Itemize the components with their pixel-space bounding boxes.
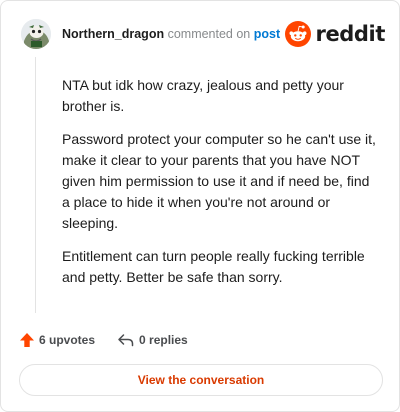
upvote-arrow-icon bbox=[20, 333, 34, 347]
upvote-count: 6 upvotes bbox=[39, 333, 96, 347]
avatar-icon bbox=[21, 19, 51, 49]
reddit-logo[interactable]: reddit bbox=[285, 21, 385, 47]
replies-button[interactable]: 0 replies bbox=[117, 332, 188, 348]
commented-on-text: commented on bbox=[167, 27, 251, 41]
thread-line bbox=[35, 57, 36, 313]
post-link[interactable]: post bbox=[254, 27, 280, 41]
reply-count: 0 replies bbox=[139, 333, 188, 347]
comment-meta: Northern_dragon commented on post bbox=[62, 27, 280, 41]
upvote-button[interactable]: 6 upvotes bbox=[19, 332, 95, 348]
comment-card: Northern_dragon commented on post reddit… bbox=[0, 0, 400, 412]
view-conversation-button[interactable]: View the conversation bbox=[19, 364, 383, 396]
comment-paragraph: Entitlement can turn people really fucki… bbox=[62, 248, 365, 285]
username[interactable]: Northern_dragon bbox=[62, 27, 164, 41]
reddit-wordmark: reddit bbox=[315, 22, 385, 46]
comment-paragraph: NTA but idk how crazy, jealous and petty… bbox=[62, 77, 344, 114]
comment-paragraph: Password protect your computer so he can… bbox=[62, 131, 376, 231]
comment-header: Northern_dragon commented on post reddit bbox=[21, 17, 385, 53]
reddit-logo-icon bbox=[285, 21, 312, 47]
comment-body: NTA but idk how crazy, jealous and petty… bbox=[62, 75, 380, 300]
comment-actions: 6 upvotes 0 replies bbox=[19, 329, 188, 351]
avatar[interactable] bbox=[21, 19, 51, 49]
reply-arrow-icon bbox=[118, 334, 134, 347]
